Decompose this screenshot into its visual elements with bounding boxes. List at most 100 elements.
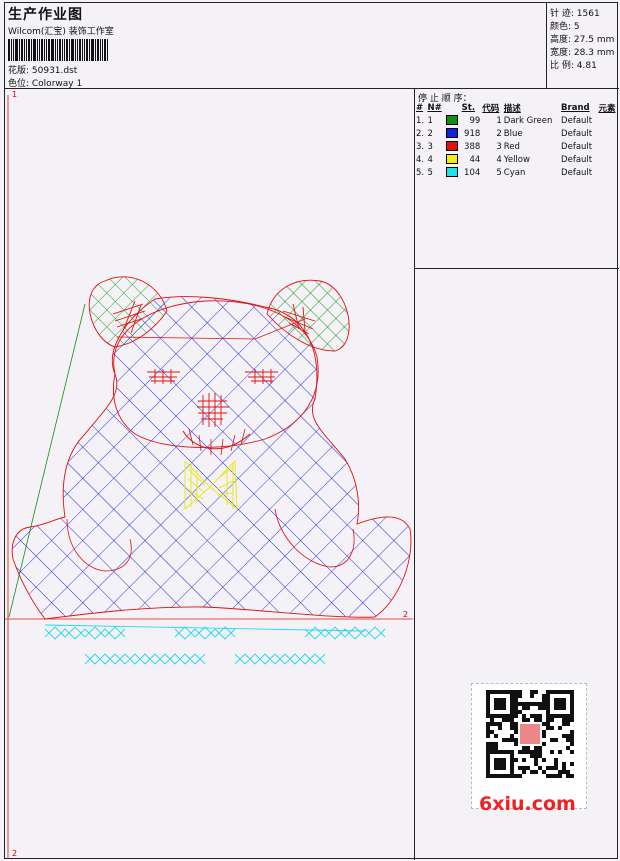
spec-width: 宽度: 28.3 mm — [550, 48, 615, 58]
qr-module — [526, 750, 530, 754]
table-row: 4. 4 44 4 Yellow Default — [415, 153, 619, 166]
row-number: 2 — [427, 128, 433, 139]
qr-module — [534, 754, 538, 758]
qr-module — [538, 706, 542, 710]
qr-module — [562, 762, 566, 766]
qr-module — [534, 690, 538, 694]
qr-module — [542, 722, 546, 726]
table-row: 5. 5 104 5 Cyan Default — [415, 166, 619, 179]
qr-module — [486, 722, 490, 726]
qr-module — [514, 690, 518, 694]
qr-module — [550, 750, 554, 754]
qr-module — [530, 714, 534, 718]
barcode-bar — [86, 39, 88, 61]
col-element: 元素 — [598, 104, 616, 114]
qr-module — [566, 734, 570, 738]
qr-module — [566, 770, 570, 774]
barcode-bar — [62, 39, 63, 61]
row-description: Cyan — [503, 167, 526, 178]
row-swatch — [445, 140, 461, 153]
qr-module — [490, 742, 494, 746]
qr-module — [490, 746, 494, 750]
qr-module — [510, 738, 514, 742]
qr-module — [558, 774, 562, 778]
qr-module — [542, 702, 546, 706]
row-element — [597, 127, 619, 140]
qr-module — [522, 766, 526, 770]
qr-module — [542, 706, 546, 710]
row-number: 5 — [427, 167, 433, 178]
qr-module — [518, 710, 522, 714]
qr-module — [562, 734, 566, 738]
sheet-title: 生产作业图 — [8, 7, 83, 23]
row-swatch — [445, 114, 461, 127]
qr-module — [566, 722, 570, 726]
qr-module — [538, 766, 542, 770]
qr-module — [494, 742, 498, 746]
qr-module — [486, 734, 490, 738]
barcode-bar — [79, 39, 81, 61]
barcode-bar — [41, 39, 43, 61]
qr-module — [554, 766, 558, 770]
qr-module — [530, 694, 534, 698]
barcode-bar — [24, 39, 25, 61]
qr-module — [494, 758, 506, 770]
row-stitches: 388 — [464, 141, 481, 152]
barcode-bar — [33, 39, 36, 61]
qr-module — [534, 702, 538, 706]
barcode-bar — [28, 39, 30, 61]
barcode-bar — [100, 39, 101, 61]
row-element — [597, 153, 619, 166]
design-file: 花版: 50931.dst — [8, 66, 78, 76]
barcode-bar — [77, 39, 78, 61]
barcode-bar — [13, 39, 14, 61]
barcode-bar — [37, 39, 38, 61]
qr-module — [534, 718, 538, 722]
barcode-bar — [39, 39, 40, 61]
qr-module — [522, 750, 526, 754]
qr-module — [518, 766, 522, 770]
qr-module — [514, 726, 518, 730]
qr-module — [510, 722, 514, 726]
qr-module — [522, 770, 526, 774]
barcode-bar — [44, 39, 45, 61]
qr-module — [562, 722, 566, 726]
col-description: 描述 — [503, 104, 521, 114]
qr-module — [566, 718, 570, 722]
design-canvas: 1 2 2 — [5, 89, 415, 860]
qr-module — [542, 742, 546, 746]
qr-module — [522, 758, 526, 762]
spec-height: 高度: 27.5 mm — [550, 35, 615, 45]
row-code: 4 — [496, 154, 502, 165]
barcode-bar — [69, 39, 70, 61]
barcode-bar — [75, 39, 76, 61]
barcode-bar — [57, 39, 58, 61]
qr-module — [558, 726, 562, 730]
spec-colors: 颜色: 5 — [550, 22, 580, 32]
qr-module — [530, 770, 534, 774]
barcode-bar — [8, 39, 10, 61]
qr-module — [514, 758, 518, 762]
qr-module — [518, 750, 522, 754]
spec-scale: 比 例: 4.81 — [550, 61, 597, 71]
row-swatch — [445, 166, 461, 179]
barcode-bar — [64, 39, 65, 61]
qr-module — [542, 758, 546, 762]
qr-module — [490, 718, 494, 722]
barcode-bar — [11, 39, 12, 61]
qr-module — [534, 746, 538, 750]
qr-module — [546, 774, 550, 778]
qr-module — [562, 770, 566, 774]
row-brand: Default — [561, 154, 593, 165]
barcode-bar — [48, 39, 50, 61]
qr-module — [534, 762, 538, 766]
qr-module — [546, 718, 550, 722]
qr-module — [570, 774, 574, 778]
col-brand: Brand — [561, 103, 590, 113]
cyan-ground-stitches — [44, 624, 386, 665]
qr-module — [486, 730, 490, 734]
row-stitches: 99 — [469, 115, 481, 126]
qr-module — [538, 746, 542, 750]
qr-module — [526, 706, 530, 710]
barcode-bar — [71, 39, 74, 61]
